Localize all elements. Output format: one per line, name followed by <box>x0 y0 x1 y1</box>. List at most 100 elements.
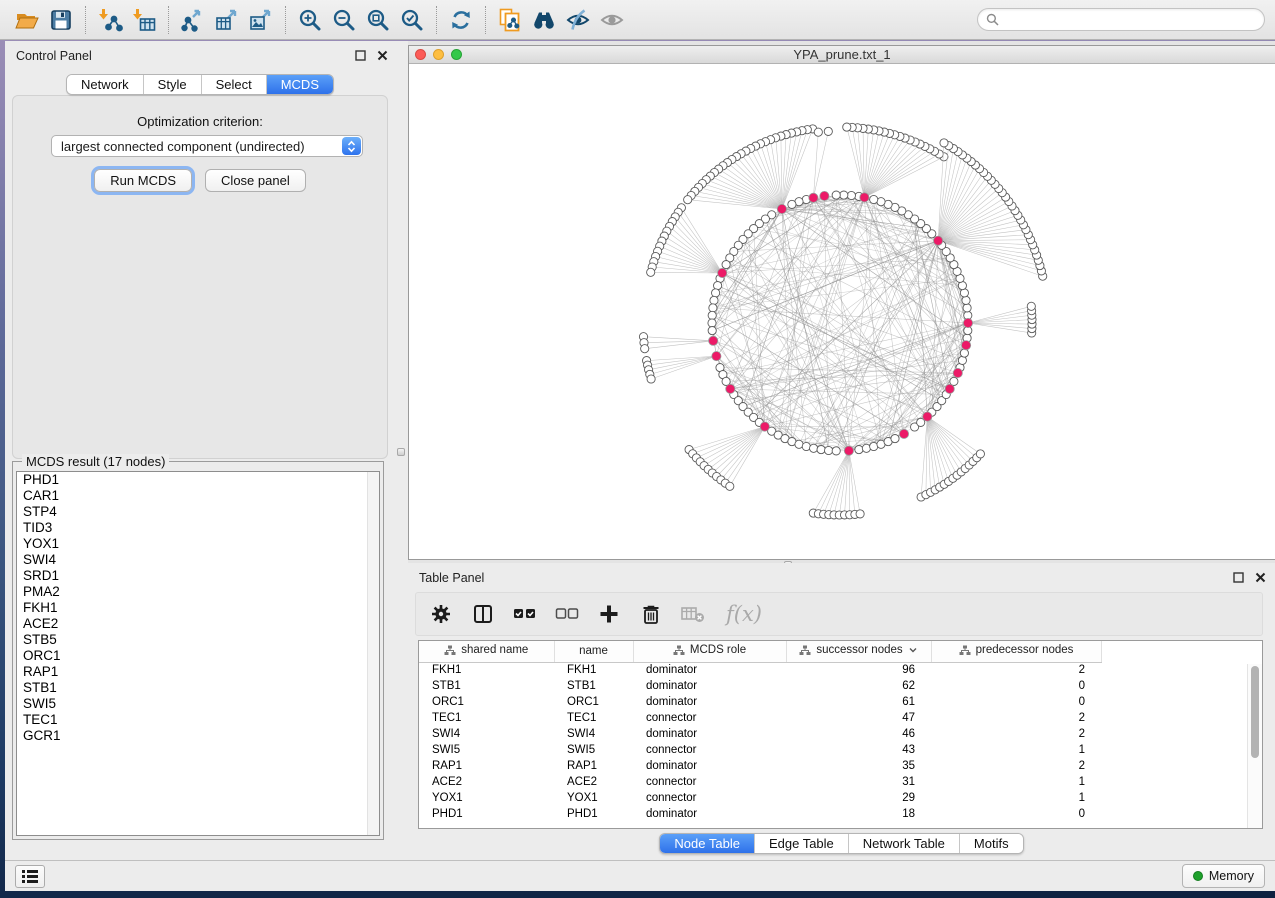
graph-node[interactable] <box>814 128 822 136</box>
mcds-result-item[interactable]: RAP1 <box>17 664 379 680</box>
mcds-result-item[interactable]: SWI4 <box>17 552 379 568</box>
table-cell[interactable]: 62 <box>786 678 931 694</box>
table-scrollbar[interactable] <box>1247 664 1262 828</box>
graph-hub-node[interactable] <box>709 336 718 345</box>
graph-hub-node[interactable] <box>899 429 908 438</box>
table-cell[interactable]: SWI4 <box>419 726 554 742</box>
tab-network[interactable]: Network <box>67 75 144 94</box>
table-cell[interactable]: YOX1 <box>554 790 633 806</box>
graph-node[interactable] <box>684 196 692 204</box>
table-scrollbar-thumb[interactable] <box>1251 666 1259 758</box>
table-cell[interactable]: 0 <box>931 694 1101 710</box>
graph-node[interactable] <box>824 127 832 135</box>
mcds-result-item[interactable]: TEC1 <box>17 712 379 728</box>
graph-node[interactable] <box>963 304 971 312</box>
graph-node[interactable] <box>788 200 796 208</box>
table-cell[interactable]: 61 <box>786 694 931 710</box>
graph-node[interactable] <box>709 304 717 312</box>
column-header[interactable]: predecessor nodes <box>931 641 1101 662</box>
table-cell[interactable]: 2 <box>931 710 1101 726</box>
column-header[interactable]: MCDS role <box>633 641 786 662</box>
table-cell[interactable]: 43 <box>786 742 931 758</box>
hide-selected-button[interactable] <box>561 5 595 35</box>
graph-hub-node[interactable] <box>726 384 735 393</box>
mcds-result-item[interactable]: PHD1 <box>17 472 379 488</box>
mcds-result-item[interactable]: GCR1 <box>17 728 379 744</box>
zoom-selected-button[interactable] <box>395 5 429 35</box>
delete-row-button[interactable] <box>638 601 664 627</box>
mcds-result-item[interactable]: ACE2 <box>17 616 379 632</box>
function-builder-button[interactable]: f(x) <box>722 601 766 627</box>
table-cell[interactable]: dominator <box>633 806 786 822</box>
table-cell[interactable]: 96 <box>786 662 931 678</box>
vertical-splitter[interactable] <box>395 41 408 860</box>
graph-hub-node[interactable] <box>777 204 786 213</box>
table-row[interactable]: STB1STB1dominator620 <box>419 678 1101 694</box>
graph-node[interactable] <box>962 296 970 304</box>
table-row[interactable]: SWI4SWI4dominator462 <box>419 726 1101 742</box>
tab-node-table[interactable]: Node Table <box>660 834 755 853</box>
mcds-result-item[interactable]: STB1 <box>17 680 379 696</box>
graph-node[interactable] <box>832 447 840 455</box>
float-panel-icon[interactable] <box>355 50 366 61</box>
table-cell[interactable]: dominator <box>633 662 786 678</box>
open-session-button[interactable] <box>10 5 44 35</box>
mcds-result-item[interactable]: SRD1 <box>17 568 379 584</box>
graph-hub-node[interactable] <box>809 193 818 202</box>
tab-select[interactable]: Select <box>202 75 267 94</box>
table-cell[interactable]: dominator <box>633 678 786 694</box>
graph-node[interactable] <box>843 123 851 131</box>
graph-node[interactable] <box>712 289 720 297</box>
table-cell[interactable]: connector <box>633 790 786 806</box>
network-view[interactable] <box>409 64 1275 559</box>
table-cell[interactable]: TEC1 <box>419 710 554 726</box>
table-cell[interactable]: ACE2 <box>419 774 554 790</box>
table-cell[interactable]: 2 <box>931 662 1101 678</box>
column-header[interactable]: shared name <box>419 641 554 662</box>
zoom-fit-button[interactable] <box>361 5 395 35</box>
search-input[interactable] <box>1004 13 1256 27</box>
table-cell[interactable]: 35 <box>786 758 931 774</box>
table-cell[interactable]: RAP1 <box>419 758 554 774</box>
table-row[interactable]: ORC1ORC1dominator610 <box>419 694 1101 710</box>
graph-hub-node[interactable] <box>820 191 829 200</box>
table-cell[interactable]: STB1 <box>419 678 554 694</box>
table-cell[interactable]: 1 <box>931 774 1101 790</box>
table-cell[interactable]: TEC1 <box>554 710 633 726</box>
table-cell[interactable]: FKH1 <box>419 662 554 678</box>
save-session-button[interactable] <box>44 5 78 35</box>
show-all-button[interactable] <box>595 5 629 35</box>
column-header[interactable]: name <box>554 641 633 662</box>
import-table-button[interactable] <box>127 5 161 35</box>
export-network-button[interactable] <box>176 5 210 35</box>
graph-hub-node[interactable] <box>923 412 932 421</box>
graph-node[interactable] <box>870 195 878 203</box>
table-cell[interactable]: dominator <box>633 758 786 774</box>
table-row[interactable]: RAP1RAP1dominator352 <box>419 758 1101 774</box>
close-panel-icon[interactable] <box>1255 572 1266 583</box>
refresh-network-button[interactable] <box>444 5 478 35</box>
zoom-in-button[interactable] <box>293 5 327 35</box>
deselect-all-rows-button[interactable] <box>554 601 580 627</box>
graph-node[interactable] <box>832 191 840 199</box>
graph-hub-node[interactable] <box>844 446 853 455</box>
table-cell[interactable]: 46 <box>786 726 931 742</box>
graph-hub-node[interactable] <box>860 193 869 202</box>
mcds-result-item[interactable]: PMA2 <box>17 584 379 600</box>
table-cell[interactable]: 1 <box>931 790 1101 806</box>
graph-hub-node[interactable] <box>962 341 971 350</box>
graph-node[interactable] <box>647 268 655 276</box>
table-cell[interactable]: ORC1 <box>419 694 554 710</box>
graph-node[interactable] <box>710 296 718 304</box>
table-cell[interactable]: YOX1 <box>419 790 554 806</box>
network-graph[interactable] <box>409 64 1274 558</box>
table-cell[interactable]: 29 <box>786 790 931 806</box>
graph-node[interactable] <box>825 446 833 454</box>
mcds-result-item[interactable]: SWI5 <box>17 696 379 712</box>
table-row[interactable]: PHD1PHD1dominator180 <box>419 806 1101 822</box>
zoom-out-button[interactable] <box>327 5 361 35</box>
network-window-titlebar[interactable]: YPA_prune.txt_1 <box>409 46 1275 64</box>
table-cell[interactable]: SWI4 <box>554 726 633 742</box>
graph-node[interactable] <box>708 327 716 335</box>
graph-hub-node[interactable] <box>760 422 769 431</box>
